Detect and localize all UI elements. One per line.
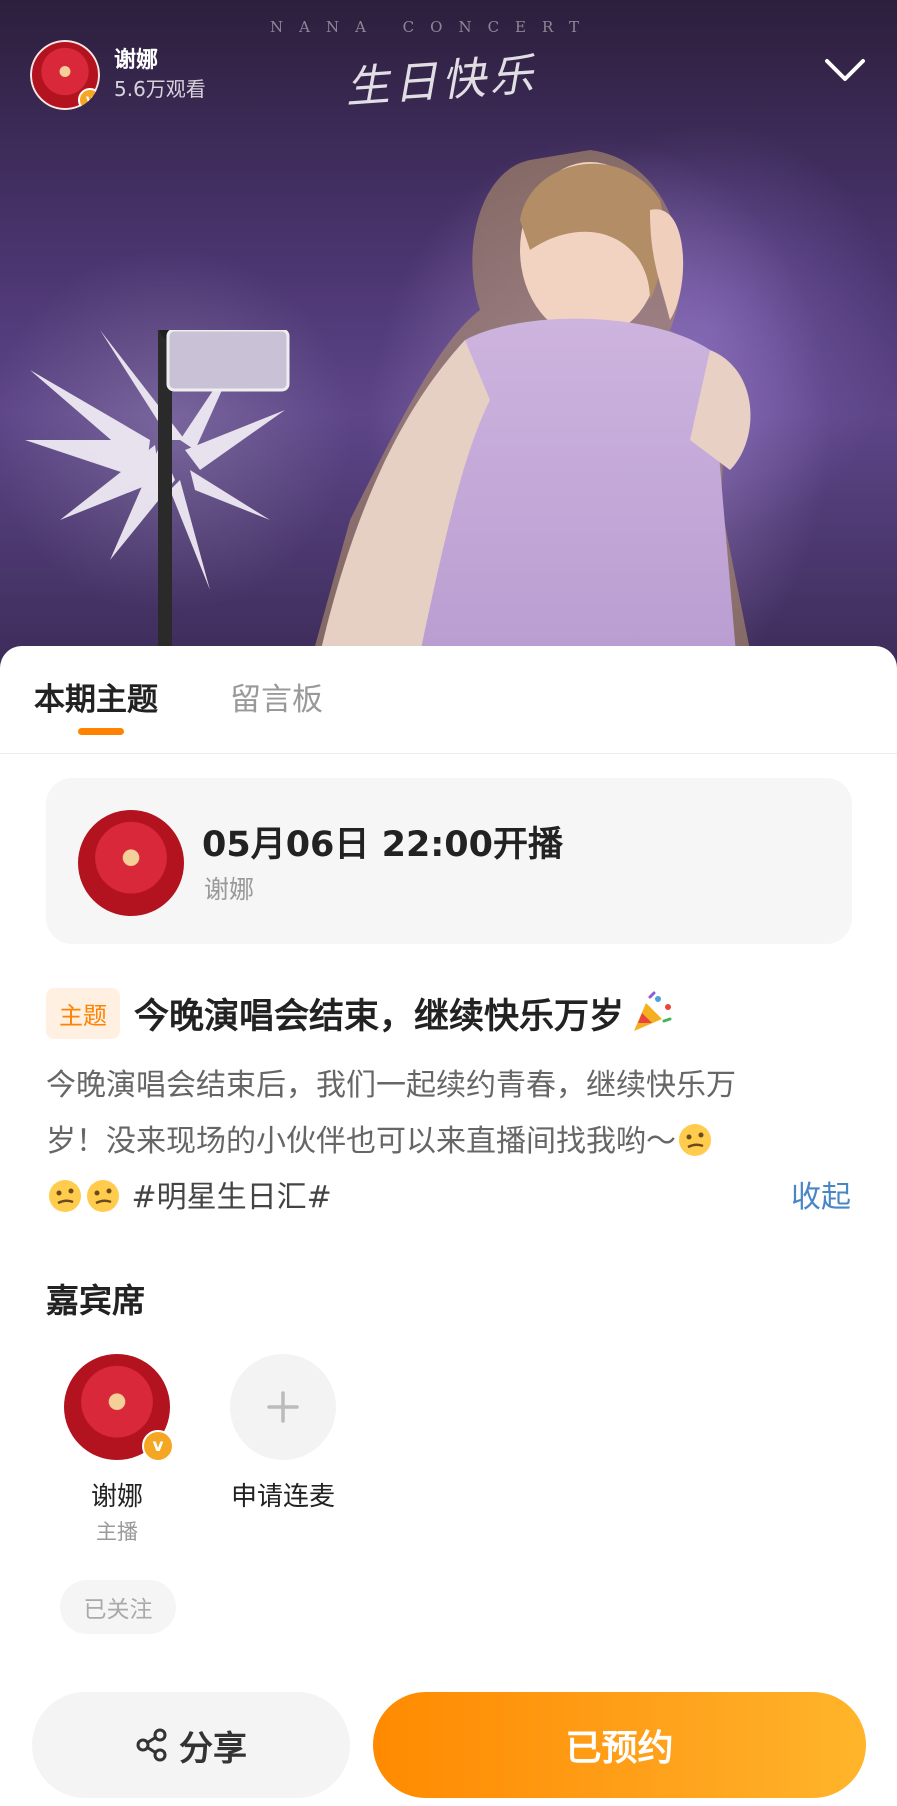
apply-add-button[interactable] (230, 1354, 336, 1460)
tab-bar: 本期主题 留言板 (0, 646, 897, 754)
apply-co-host[interactable]: 申请连麦 (208, 1354, 358, 1514)
live-poster: NANA CONCERT 生日快乐 v 谢娜 5.6万观看 (0, 0, 897, 690)
guest-section-heading: 嘉宾席 (46, 1281, 145, 1320)
schedule-card: 05月06日 22:00开播 谢娜 (46, 778, 852, 944)
topic-row: 主题 今晚演唱会结束，继续快乐万岁 (46, 988, 674, 1039)
live-host-chip[interactable]: v 谢娜 5.6万观看 (30, 40, 206, 110)
broadcast-time: 05月06日 22:00开播 (202, 825, 564, 865)
share-button[interactable]: 分享 (32, 1692, 350, 1798)
topic-title: 今晚演唱会结束，继续快乐万岁 (134, 997, 625, 1037)
schedule-host-name: 谢娜 (204, 875, 255, 904)
apply-co-host-label: 申请连麦 (230, 1482, 335, 1512)
follow-status-button[interactable]: 已关注 (60, 1580, 176, 1634)
guest-host-role: 主播 (96, 1520, 138, 1544)
tab-current-topic[interactable]: 本期主题 (34, 680, 158, 720)
schedule-avatar[interactable] (78, 810, 184, 916)
poster-subtitle: NANA CONCERT (270, 18, 596, 36)
verified-icon: v (78, 88, 100, 110)
host-name: 谢娜 (114, 48, 159, 73)
bottom-action-bar: 分享 已预约 (0, 1692, 897, 1806)
viewer-count: 5.6万观看 (114, 77, 206, 101)
topic-badge: 主题 (46, 988, 120, 1039)
verified-icon: v (142, 1430, 174, 1462)
tab-message-board[interactable]: 留言板 (230, 680, 323, 720)
thinking-emoji-icon (49, 1180, 81, 1212)
feather-decoration (25, 330, 290, 650)
guest-host[interactable]: v 谢娜 主播 (42, 1354, 192, 1546)
performer-photo (302, 150, 758, 690)
host-avatar[interactable]: v (30, 40, 100, 110)
poster-title: 生日快乐 (343, 49, 539, 114)
description-line-1: 今晚演唱会结束后，我们一起续约青春，继续快乐万 (46, 1068, 736, 1103)
plus-icon (267, 1391, 299, 1423)
description-line-2: 岁！没来现场的小伙伴也可以来直播间找我哟～ (46, 1124, 676, 1159)
guest-host-name: 谢娜 (90, 1482, 143, 1512)
hashtag-link[interactable]: #明星生日汇# (132, 1180, 332, 1215)
active-tab-indicator (78, 728, 124, 735)
share-label: 分享 (179, 1728, 247, 1769)
party-popper-icon (634, 991, 672, 1031)
collapse-link[interactable]: 收起 (791, 1172, 851, 1216)
thinking-emoji-icon (87, 1180, 119, 1212)
thinking-emoji-icon (679, 1124, 711, 1156)
live-detail-sheet: 本期主题 留言板 05月06日 22:00开播 谢娜 主题 今晚演唱会结束，继续… (0, 646, 897, 1806)
share-icon (136, 1728, 167, 1762)
chevron-down-icon[interactable] (823, 55, 867, 85)
reserved-button[interactable]: 已预约 (373, 1692, 866, 1798)
topic-description: 今晚演唱会结束后，我们一起续约青春，继续快乐万 岁！没来现场的小伙伴也可以来直播… (46, 1058, 856, 1226)
reserved-label: 已预约 (565, 1728, 674, 1769)
